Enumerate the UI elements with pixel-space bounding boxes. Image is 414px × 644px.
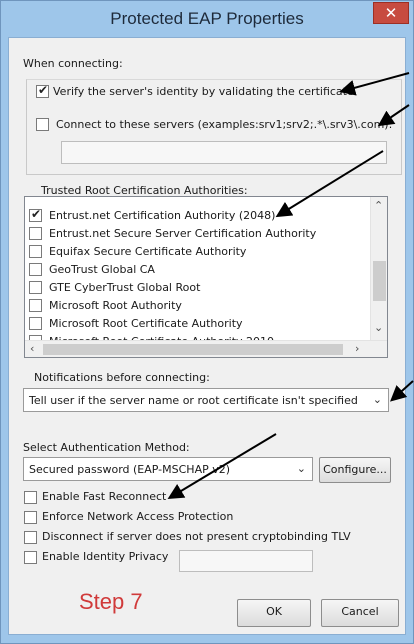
close-button[interactable]: ✕: [373, 2, 409, 24]
fast-reconnect-checkbox[interactable]: [24, 491, 37, 504]
step-label: Step 7: [79, 589, 143, 614]
verify-identity-checkbox[interactable]: ✔: [36, 83, 49, 98]
dialog-window: Protected EAP Properties ✕ When connecti…: [0, 0, 414, 644]
ok-button[interactable]: OK: [237, 599, 311, 627]
title-bar[interactable]: Protected EAP Properties ✕: [1, 1, 413, 37]
vertical-scroll-thumb[interactable]: [373, 261, 386, 301]
list-item-label: Entrust.net Secure Server Certification …: [49, 227, 317, 240]
list-item-checkbox[interactable]: [29, 245, 42, 258]
horizontal-scroll-thumb[interactable]: [43, 344, 343, 355]
enforce-nap-label[interactable]: Enforce Network Access Protection: [42, 510, 233, 523]
fast-reconnect-label[interactable]: Enable Fast Reconnect: [42, 490, 166, 503]
scroll-left-icon[interactable]: ‹: [30, 342, 34, 355]
notifications-heading: Notifications before connecting:: [34, 371, 210, 384]
notifications-selected-value: Tell user if the server name or root cer…: [29, 394, 358, 407]
when-connecting-heading: When connecting:: [23, 57, 123, 70]
disconnect-cryptobinding-checkbox[interactable]: [24, 531, 37, 544]
chevron-down-icon: ⌄: [372, 393, 382, 406]
servers-input[interactable]: [61, 141, 387, 164]
connect-servers-label[interactable]: Connect to these servers (examples:srv1;…: [56, 118, 392, 131]
list-item-label: GeoTrust Global CA: [49, 263, 155, 276]
scroll-right-icon[interactable]: ›: [355, 342, 359, 355]
list-item-checkbox[interactable]: [29, 227, 42, 240]
auth-method-selected-value: Secured password (EAP-MSCHAP v2): [29, 463, 231, 476]
dialog-title: Protected EAP Properties: [110, 9, 304, 28]
horizontal-scrollbar[interactable]: ‹ ›: [25, 340, 387, 357]
list-item-label: Microsoft Root Certificate Authority: [49, 317, 243, 330]
identity-privacy-checkbox[interactable]: [24, 551, 37, 564]
cancel-button-label: Cancel: [341, 605, 379, 618]
list-item-checkbox[interactable]: ✔: [29, 207, 42, 222]
auth-method-select[interactable]: Secured password (EAP-MSCHAP v2) ⌄: [23, 457, 313, 481]
configure-button[interactable]: Configure...: [319, 457, 391, 483]
check-icon: ✔: [38, 83, 49, 97]
scroll-down-icon[interactable]: ⌄: [374, 321, 383, 334]
configure-button-label: Configure...: [323, 463, 387, 476]
list-item-checkbox[interactable]: [29, 281, 42, 294]
vertical-scrollbar[interactable]: ⌃ ⌄: [370, 197, 387, 341]
ok-button-label: OK: [266, 605, 282, 618]
identity-privacy-label[interactable]: Enable Identity Privacy: [42, 550, 168, 563]
notifications-select[interactable]: Tell user if the server name or root cer…: [23, 388, 389, 412]
cancel-button[interactable]: Cancel: [321, 599, 399, 627]
list-item-label: GTE CyberTrust Global Root: [49, 281, 201, 294]
check-icon: ✔: [31, 207, 42, 221]
enforce-nap-checkbox[interactable]: [24, 511, 37, 524]
close-icon: ✕: [384, 4, 398, 22]
chevron-down-icon: ⌄: [296, 462, 306, 475]
auth-method-heading: Select Authentication Method:: [23, 441, 190, 454]
disconnect-cryptobinding-label[interactable]: Disconnect if server does not present cr…: [42, 530, 351, 543]
verify-identity-label[interactable]: Verify the server's identity by validati…: [53, 85, 354, 98]
trusted-roots-list[interactable]: ✔ Entrust.net Certification Authority (2…: [24, 196, 388, 358]
list-item-label: Entrust.net Certification Authority (204…: [49, 209, 276, 222]
list-item-label: Equifax Secure Certificate Authority: [49, 245, 247, 258]
identity-privacy-input[interactable]: [179, 550, 313, 572]
list-item-checkbox[interactable]: [29, 299, 42, 312]
list-item-checkbox[interactable]: [29, 263, 42, 276]
scroll-up-icon[interactable]: ⌃: [374, 199, 383, 212]
connect-servers-checkbox[interactable]: [36, 118, 49, 131]
list-item-label: Microsoft Root Authority: [49, 299, 182, 312]
list-item-checkbox[interactable]: [29, 317, 42, 330]
